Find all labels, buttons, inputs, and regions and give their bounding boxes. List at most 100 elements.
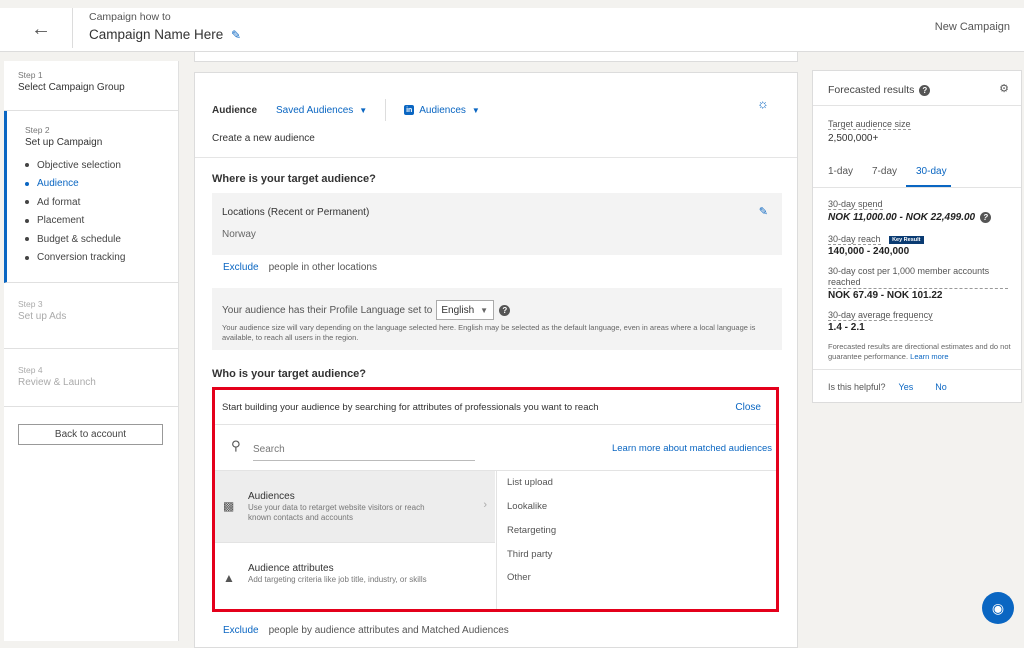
builder-heading: Start building your audience by searchin… xyxy=(222,402,599,413)
gear-icon[interactable]: ⚙ xyxy=(999,82,1009,95)
previous-card-edge xyxy=(194,52,798,62)
step-name: Review & Launch xyxy=(18,377,96,388)
forecast-note: Forecasted results are directional estim… xyxy=(828,342,1011,361)
helpful-row: Is this helpful? Yes No xyxy=(828,382,947,392)
exclude-attributes-text: people by audience attributes and Matche… xyxy=(268,625,509,636)
language-box: Your audience has their Profile Language… xyxy=(212,288,782,350)
forecast-tabs: 1-day 7-day 30-day xyxy=(813,159,1021,187)
forecast-title: Forecasted results ? xyxy=(828,84,931,96)
step-name: Select Campaign Group xyxy=(18,82,125,93)
learn-more-matched-link[interactable]: Learn more about matched audiences xyxy=(612,443,772,454)
steps-sidebar: Step 1 Select Campaign Group Step 2 Set … xyxy=(4,61,179,641)
search-icon: ⚲ xyxy=(231,438,241,453)
cpm-label: 30-day cost per 1,000 member accounts re… xyxy=(828,266,1008,289)
step-3: Step 3 Set up Ads xyxy=(4,283,179,349)
chevron-right-icon: › xyxy=(483,499,487,511)
step-1[interactable]: Step 1 Select Campaign Group xyxy=(4,61,179,111)
top-header: ← Campaign how to Campaign Name Here ✎ N… xyxy=(0,8,1024,52)
subcategory-column: List upload Lookalike Retargeting Third … xyxy=(496,471,776,609)
exclude-locations-text: people in other locations xyxy=(268,262,377,273)
help-icon[interactable]: ? xyxy=(499,304,511,316)
subitem-retargeting[interactable]: Retargeting xyxy=(507,525,556,536)
help-icon[interactable]: ? xyxy=(980,212,992,223)
linkedin-audiences-dropdown[interactable]: in Audiences ▼ xyxy=(404,105,480,116)
category-title: Audiences xyxy=(248,491,295,502)
create-new-audience-label: Create a new audience xyxy=(212,133,315,144)
audience-label: Audience xyxy=(212,104,258,116)
who-question: Who is your target audience? xyxy=(212,368,367,380)
locations-box: Locations (Recent or Permanent) Norway ✎ xyxy=(212,193,782,255)
builder-divider xyxy=(215,424,776,425)
campaign-group-name: Campaign how to xyxy=(89,11,171,23)
section-divider xyxy=(195,157,797,158)
step-2[interactable]: Step 2 Set up Campaign Objective selecti… xyxy=(4,111,179,283)
target-size-value: 2,500,000+ xyxy=(828,133,879,144)
subitem-other[interactable]: Other xyxy=(507,572,531,583)
people-group-icon: ▩ xyxy=(223,499,235,513)
audience-builder-panel: Start building your audience by searchin… xyxy=(212,387,779,612)
reach-value: 140,000 - 240,000 xyxy=(828,246,910,257)
saved-audiences-dropdown[interactable]: Saved Audiences ▼ xyxy=(276,105,367,116)
category-description: Add targeting criteria like job title, i… xyxy=(248,575,427,584)
audience-card: Audience Saved Audiences ▼ in Audiences … xyxy=(194,72,798,648)
new-campaign-label: New Campaign xyxy=(934,21,1010,33)
locations-title: Locations (Recent or Permanent) xyxy=(222,207,370,218)
shapes-icon: ▲ xyxy=(223,571,235,585)
app-frame: ← Campaign how to Campaign Name Here ✎ N… xyxy=(0,0,1024,648)
tab-7-day[interactable]: 7-day xyxy=(872,166,897,177)
frequency-value: 1.4 - 2.1 xyxy=(828,322,865,333)
chat-icon: ◉ xyxy=(991,599,1005,616)
pencil-icon[interactable]: ✎ xyxy=(759,205,768,218)
category-title: Audience attributes xyxy=(248,563,334,574)
language-note: Your audience size will vary depending o… xyxy=(222,323,756,342)
bullet-icon xyxy=(25,163,29,168)
exclude-locations-link[interactable]: Exclude xyxy=(223,262,259,273)
caret-down-icon: ▼ xyxy=(471,105,480,115)
exclude-attributes-link[interactable]: Exclude xyxy=(223,625,259,636)
substep-budget-schedule[interactable]: Budget & schedule xyxy=(25,230,161,249)
pencil-icon[interactable]: ✎ xyxy=(231,28,245,42)
subitem-lookalike[interactable]: Lookalike xyxy=(507,501,547,512)
back-button[interactable]: ← xyxy=(28,16,54,42)
language-select[interactable]: English ▼ xyxy=(436,300,495,320)
back-to-account-button[interactable]: Back to account xyxy=(18,424,163,445)
substep-audience[interactable]: Audience xyxy=(25,175,161,194)
subitem-third-party[interactable]: Third party xyxy=(507,549,552,560)
locations-value: Norway xyxy=(222,229,256,240)
close-builder-link[interactable]: Close xyxy=(735,402,761,413)
language-line: Your audience has their Profile Language… xyxy=(222,300,511,320)
substep-ad-format[interactable]: Ad format xyxy=(25,193,161,212)
campaign-name: Campaign Name Here xyxy=(89,27,224,42)
linkedin-logo-icon: in xyxy=(404,105,415,115)
bullet-icon xyxy=(25,237,29,242)
card-divider xyxy=(813,105,1021,106)
lightbulb-icon[interactable]: ☼ xyxy=(757,96,769,111)
category-description: Use your data to retarget website visito… xyxy=(248,503,425,522)
caret-down-icon: ▼ xyxy=(480,305,489,315)
substep-conversion-tracking[interactable]: Conversion tracking xyxy=(25,249,161,268)
spend-label: 30-day spend xyxy=(828,199,883,210)
toolbar-divider xyxy=(385,99,387,121)
category-audiences[interactable]: ▩ Audiences Use your data to retarget we… xyxy=(215,471,495,542)
card-divider xyxy=(813,369,1021,370)
tab-30-day[interactable]: 30-day xyxy=(916,166,947,177)
step-number: Step 3 xyxy=(18,299,43,309)
learn-more-link[interactable]: Learn more xyxy=(910,352,948,361)
target-size-label: Target audience size xyxy=(828,119,911,130)
substep-objective-selection[interactable]: Objective selection xyxy=(25,156,161,175)
step-number: Step 4 xyxy=(18,365,43,375)
category-audience-attributes[interactable]: ▲ Audience attributes Add targeting crit… xyxy=(215,542,495,609)
arrow-left-icon: ← xyxy=(31,17,51,40)
help-icon[interactable]: ? xyxy=(919,84,931,96)
search-input[interactable] xyxy=(253,439,475,461)
bullet-icon xyxy=(25,255,29,260)
exclude-locations-row: Exclude people in other locations xyxy=(223,262,377,273)
subitem-list-upload[interactable]: List upload xyxy=(507,477,553,488)
bullet-icon xyxy=(25,218,29,223)
tab-1-day[interactable]: 1-day xyxy=(828,166,853,177)
key-result-badge: Key Result xyxy=(889,235,924,244)
substep-placement[interactable]: Placement xyxy=(25,212,161,231)
helpful-yes-link[interactable]: Yes xyxy=(899,382,914,392)
chat-bubble-button[interactable]: ◉ xyxy=(982,592,1014,624)
helpful-no-link[interactable]: No xyxy=(935,382,947,392)
